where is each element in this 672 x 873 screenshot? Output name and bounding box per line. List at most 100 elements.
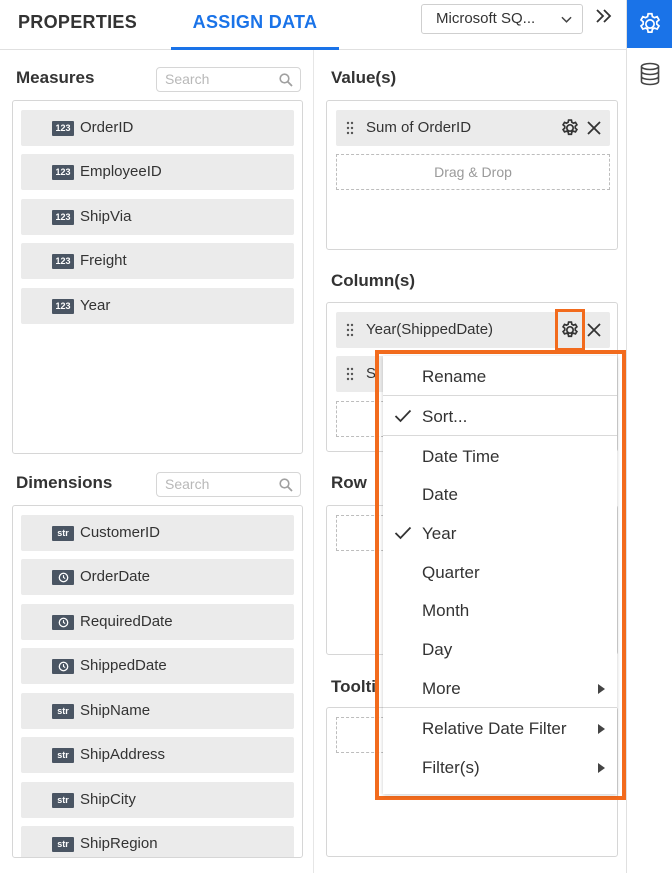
numeric-type-badge: 123 <box>52 210 74 225</box>
field-settings-menu: Rename Sort... Date Time Date Year Quart… <box>383 356 617 794</box>
menu-item-date[interactable]: Date <box>383 475 617 514</box>
menu-item-label: Date <box>422 485 458 504</box>
datasource-dropdown[interactable]: Microsoft SQ... <box>421 4 583 34</box>
settings-rail-button[interactable] <box>627 0 672 48</box>
search-placeholder: Search <box>165 71 210 87</box>
menu-item-label: Day <box>422 640 453 659</box>
field-label: Year <box>80 297 111 314</box>
drag-handle-icon <box>346 121 354 135</box>
checkmark-icon <box>394 409 412 423</box>
string-type-badge: str <box>52 704 74 719</box>
field-label: OrderID <box>80 119 134 136</box>
values-drop-zone[interactable]: Drag & Drop <box>336 154 610 190</box>
menu-item-label: Month <box>422 601 470 620</box>
menu-separator <box>383 435 617 436</box>
list-item[interactable]: str CustomerID <box>21 515 294 551</box>
string-type-badge: str <box>52 526 74 541</box>
database-icon <box>640 62 660 86</box>
menu-item-label: Sort... <box>422 407 468 426</box>
menu-item-rename[interactable]: Rename <box>383 357 617 396</box>
drag-handle-icon <box>346 367 354 381</box>
drag-handle-icon <box>346 323 354 337</box>
value-item[interactable]: Sum of OrderID <box>336 110 610 146</box>
dimensions-title: Dimensions <box>16 473 113 492</box>
checkmark-icon <box>394 526 412 540</box>
collapse-panel-button[interactable] <box>594 8 614 28</box>
measures-list: 123 OrderID 123 EmployeeID 123 ShipVia 123 F… <box>12 100 303 454</box>
menu-item-sort[interactable]: Sort... <box>383 397 617 436</box>
menu-item-label: Date Time <box>422 447 500 466</box>
list-item[interactable]: str ShipAddress <box>21 737 294 773</box>
list-item[interactable]: 123 Freight <box>21 243 294 279</box>
numeric-type-badge: 123 <box>52 299 74 314</box>
dimensions-search-input[interactable]: Search <box>156 472 301 497</box>
menu-item-day[interactable]: Day <box>383 630 617 669</box>
clock-icon <box>52 570 74 585</box>
column-divider <box>313 50 314 873</box>
value-item-label: Sum of OrderID <box>366 119 472 136</box>
menu-item-quarter[interactable]: Quarter <box>383 553 617 592</box>
search-icon <box>279 73 293 87</box>
submenu-arrow-icon <box>598 724 605 734</box>
menu-item-label: More <box>422 679 461 698</box>
field-label: RequiredDate <box>80 613 173 630</box>
measures-title: Measures <box>16 68 95 87</box>
field-label: ShipVia <box>80 208 132 225</box>
menu-item-year[interactable]: Year <box>383 514 617 553</box>
list-item[interactable]: 123 OrderID <box>21 110 294 146</box>
chevron-down-icon <box>561 16 572 23</box>
menu-item-date-time[interactable]: Date Time <box>383 437 617 476</box>
data-rail-button[interactable] <box>627 50 672 98</box>
list-item[interactable]: 123 ShipVia <box>21 199 294 235</box>
submenu-arrow-icon <box>598 763 605 773</box>
menu-item-more[interactable]: More <box>383 669 617 708</box>
gear-icon[interactable] <box>560 118 580 138</box>
clock-icon <box>52 659 74 674</box>
list-item[interactable]: str ShipRegion <box>21 826 294 857</box>
list-item[interactable]: OrderDate <box>21 559 294 595</box>
list-item[interactable]: RequiredDate <box>21 604 294 640</box>
field-label: Freight <box>80 252 127 269</box>
field-label: ShipRegion <box>80 835 158 852</box>
menu-item-month[interactable]: Month <box>383 591 617 630</box>
tooltip-title: Toolti <box>331 677 376 696</box>
list-item[interactable]: 123 EmployeeID <box>21 154 294 190</box>
field-label: EmployeeID <box>80 163 162 180</box>
search-icon <box>279 478 293 492</box>
top-tab-bar: PROPERTIES ASSIGN DATA Microsoft SQ... <box>0 0 626 50</box>
field-label: ShipAddress <box>80 746 166 763</box>
close-icon[interactable] <box>586 322 602 338</box>
columns-title: Column(s) <box>331 271 416 290</box>
tab-assign-data[interactable]: ASSIGN DATA <box>171 0 339 50</box>
datasource-value: Microsoft SQ... <box>436 10 536 27</box>
menu-item-label: Relative Date Filter <box>422 719 567 738</box>
column-item-label: Year(ShippedDate) <box>366 321 494 338</box>
field-label: ShipCity <box>80 791 136 808</box>
menu-item-label: Rename <box>422 367 487 386</box>
numeric-type-badge: 123 <box>52 121 74 136</box>
menu-item-filters[interactable]: Filter(s) <box>383 748 617 787</box>
close-icon[interactable] <box>586 120 602 136</box>
list-item[interactable]: str ShipName <box>21 693 294 729</box>
right-rail <box>626 0 672 873</box>
numeric-type-badge: 123 <box>52 254 74 269</box>
string-type-badge: str <box>52 748 74 763</box>
field-label: CustomerID <box>80 524 161 541</box>
list-item[interactable]: ShippedDate <box>21 648 294 684</box>
menu-item-label: Year <box>422 524 457 543</box>
list-item[interactable]: str ShipCity <box>21 782 294 818</box>
list-item[interactable]: 123 Year <box>21 288 294 324</box>
field-label: OrderDate <box>80 568 151 585</box>
menu-item-label: Filter(s) <box>422 758 480 777</box>
tab-properties[interactable]: PROPERTIES <box>18 0 137 50</box>
values-drop-panel: Sum of OrderID Drag & Drop <box>326 100 618 250</box>
string-type-badge: str <box>52 837 74 852</box>
measures-search-input[interactable]: Search <box>156 67 301 92</box>
row-title: Row <box>331 473 367 492</box>
menu-item-relative-date-filter[interactable]: Relative Date Filter <box>383 709 617 748</box>
field-label: ShipName <box>80 702 151 719</box>
dimensions-list: str CustomerID OrderDate RequiredDate Shi… <box>12 505 303 858</box>
gear-highlight-box <box>555 309 585 351</box>
submenu-arrow-icon <box>598 684 605 694</box>
menu-separator <box>383 707 617 708</box>
